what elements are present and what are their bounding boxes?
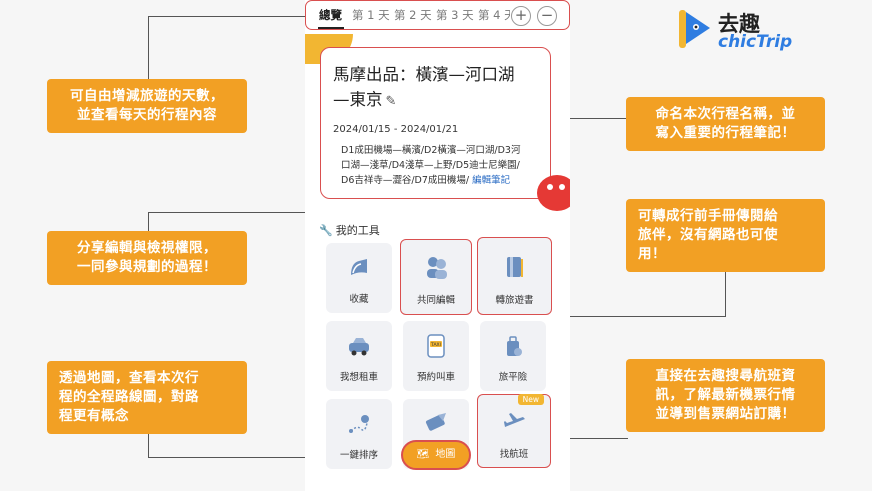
pencil-icon[interactable]: ✎ bbox=[386, 89, 397, 114]
tool-co-edit[interactable]: 共同編輯 bbox=[400, 239, 472, 315]
tab-day-1[interactable]: 第 1 天 bbox=[352, 7, 390, 23]
car-icon bbox=[349, 338, 369, 356]
tool-bookmark[interactable]: 收藏 bbox=[326, 243, 392, 313]
connector-book-h bbox=[548, 316, 725, 317]
svg-text:TAXI: TAXI bbox=[430, 342, 441, 348]
trip-info-card[interactable]: 馬摩出品：橫濱—河口湖 —東京 ✎ 2024/01/15 - 2024/01/21… bbox=[320, 47, 551, 199]
insurance-icon bbox=[507, 336, 522, 356]
trip-notes: D1成田機場—橫濱/D2橫濱—河口湖/D3河 口湖—淺草/D4淺草—上野/D5迪… bbox=[341, 145, 521, 186]
trip-title[interactable]: 馬摩出品：橫濱—河口湖 —東京 ✎ bbox=[333, 62, 538, 114]
map-icon: 🗺 bbox=[416, 449, 430, 460]
tool-car-rental[interactable]: 我想租車 bbox=[326, 321, 392, 391]
tool-auto-sort[interactable]: 一鍵排序 bbox=[326, 399, 392, 469]
book-icon bbox=[507, 257, 523, 277]
remove-day-button[interactable]: − bbox=[537, 6, 557, 26]
active-tab-indicator bbox=[318, 27, 344, 29]
route-sort-icon bbox=[349, 415, 369, 433]
connector-days-h bbox=[148, 16, 306, 17]
tab-overview[interactable]: 總覽 bbox=[319, 7, 342, 23]
app-screen: 總覽 第 1 天 第 2 天 第 3 天 第 4 天 + − 馬摩出品：橫濱—河… bbox=[305, 0, 570, 491]
logo-text-en: chicTrip bbox=[718, 32, 793, 52]
tab-day-2[interactable]: 第 2 天 bbox=[394, 7, 432, 23]
edit-notes-link[interactable]: 編輯筆記 bbox=[472, 175, 510, 186]
callout-share: 分享編輯與檢視權限， 一同參與規劃的過程！ bbox=[47, 231, 247, 285]
mascot-icon bbox=[537, 175, 570, 211]
taxi-icon: TAXI bbox=[427, 334, 445, 358]
ticket-icon bbox=[425, 413, 446, 431]
connector-share-v bbox=[148, 212, 149, 232]
callout-rename: 命名本次行程名稱，並 寫入重要的行程筆記！ bbox=[626, 97, 825, 151]
tab-day-4[interactable]: 第 4 天 bbox=[478, 7, 510, 23]
trip-dates: 2024/01/15 - 2024/01/21 bbox=[333, 124, 459, 135]
tools-header: 🔧 我的工具 bbox=[319, 224, 380, 237]
tool-travel-book[interactable]: 轉旅遊書 bbox=[477, 237, 552, 315]
airplane-icon bbox=[504, 413, 525, 427]
bookmark-icon bbox=[351, 259, 367, 275]
add-day-button[interactable]: + bbox=[511, 6, 531, 26]
connector-book-v bbox=[725, 272, 726, 317]
tab-day-3[interactable]: 第 3 天 bbox=[436, 7, 474, 23]
callout-book: 可轉成行前手冊傳閱給 旅伴，沒有網路也可使 用！ bbox=[626, 199, 825, 272]
wrench-icon: 🔧 bbox=[319, 224, 333, 237]
chictrip-logo: 去趣 chicTrip bbox=[678, 8, 818, 54]
callout-flight: 直接在去趣搜尋航班資 訊，了解最新機票行情 並導到售票網站訂購！ bbox=[626, 359, 825, 432]
tool-find-flight[interactable]: New 找航班 bbox=[477, 394, 551, 468]
connector-days-v bbox=[148, 16, 149, 79]
tool-insurance[interactable]: 旅平險 bbox=[480, 321, 546, 391]
callout-map: 透過地圖，查看本次行 程的全程路線圖，對路 程更有概念 bbox=[47, 361, 247, 434]
connector-map-v bbox=[148, 430, 149, 457]
chictrip-logo-mark bbox=[679, 10, 710, 48]
new-badge: New bbox=[517, 394, 544, 405]
people-icon bbox=[427, 257, 447, 279]
tool-book-taxi[interactable]: TAXI 預約叫車 bbox=[403, 321, 469, 391]
map-button[interactable]: 🗺 地圖 bbox=[401, 440, 471, 470]
day-tab-bar: 總覽 第 1 天 第 2 天 第 3 天 第 4 天 + − bbox=[305, 0, 570, 30]
callout-days: 可自由增減旅遊的天數， 並查看每天的行程內容 bbox=[47, 79, 247, 133]
